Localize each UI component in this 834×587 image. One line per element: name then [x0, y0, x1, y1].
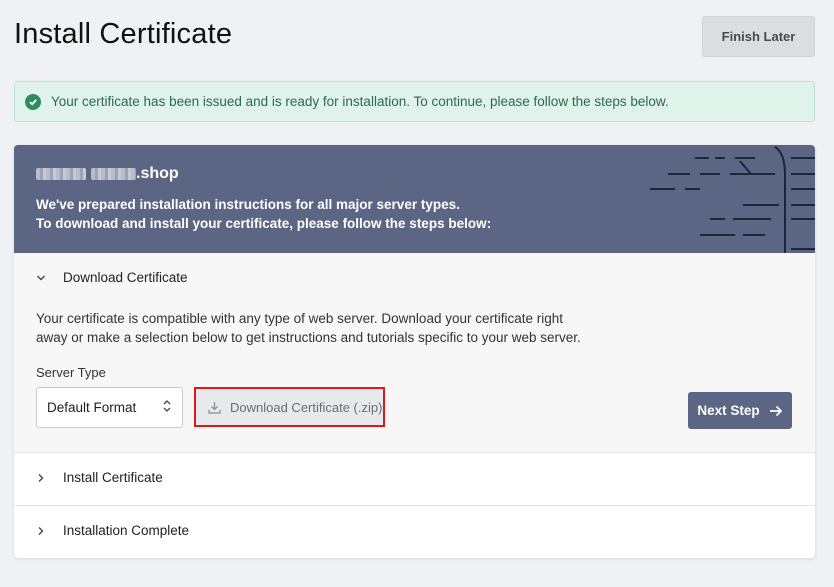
server-type-select[interactable]: Default Format [36, 387, 183, 428]
download-icon [208, 401, 221, 414]
install-banner: .shop We've prepared installation instru… [14, 145, 815, 253]
step-header-download[interactable]: Download Certificate [36, 270, 188, 285]
alert-message: Your certificate has been issued and is … [51, 94, 669, 109]
download-certificate-button[interactable]: Download Certificate (.zip) [196, 389, 383, 425]
server-lines-illustration [650, 146, 815, 253]
server-type-label: Server Type [36, 365, 106, 380]
step-label: Installation Complete [63, 523, 190, 538]
select-arrows-icon [162, 399, 172, 416]
page-title: Install Certificate [14, 18, 233, 50]
redacted-text [36, 168, 86, 180]
next-step-button[interactable]: Next Step [688, 392, 792, 429]
chevron-right-icon [36, 526, 46, 536]
chevron-down-icon [36, 273, 46, 283]
redacted-text [91, 168, 136, 180]
divider [14, 452, 815, 453]
banner-line-1: We've prepared installation instructions… [36, 197, 460, 212]
next-step-label: Next Step [697, 403, 760, 418]
download-button-label: Download Certificate (.zip) [230, 399, 383, 415]
step-label: Download Certificate [63, 270, 188, 285]
chevron-right-icon [36, 473, 46, 483]
divider [14, 505, 815, 506]
domain-suffix: .shop [136, 165, 179, 182]
banner-line-2: To download and install your certificate… [36, 216, 492, 231]
download-description: Your certificate is compatible with any … [36, 311, 581, 345]
arrow-right-icon [769, 405, 783, 417]
server-type-value: Default Format [47, 400, 137, 415]
banner-text: We've prepared installation instructions… [36, 195, 491, 233]
domain-name: .shop [36, 165, 179, 183]
install-card: .shop We've prepared installation instru… [14, 145, 815, 558]
success-alert: Your certificate has been issued and is … [14, 81, 815, 122]
step-header-install[interactable]: Install Certificate [36, 470, 163, 485]
step-header-complete[interactable]: Installation Complete [36, 523, 189, 538]
step-label: Install Certificate [63, 470, 163, 485]
finish-later-button[interactable]: Finish Later [702, 16, 815, 57]
check-circle-icon [25, 93, 41, 110]
